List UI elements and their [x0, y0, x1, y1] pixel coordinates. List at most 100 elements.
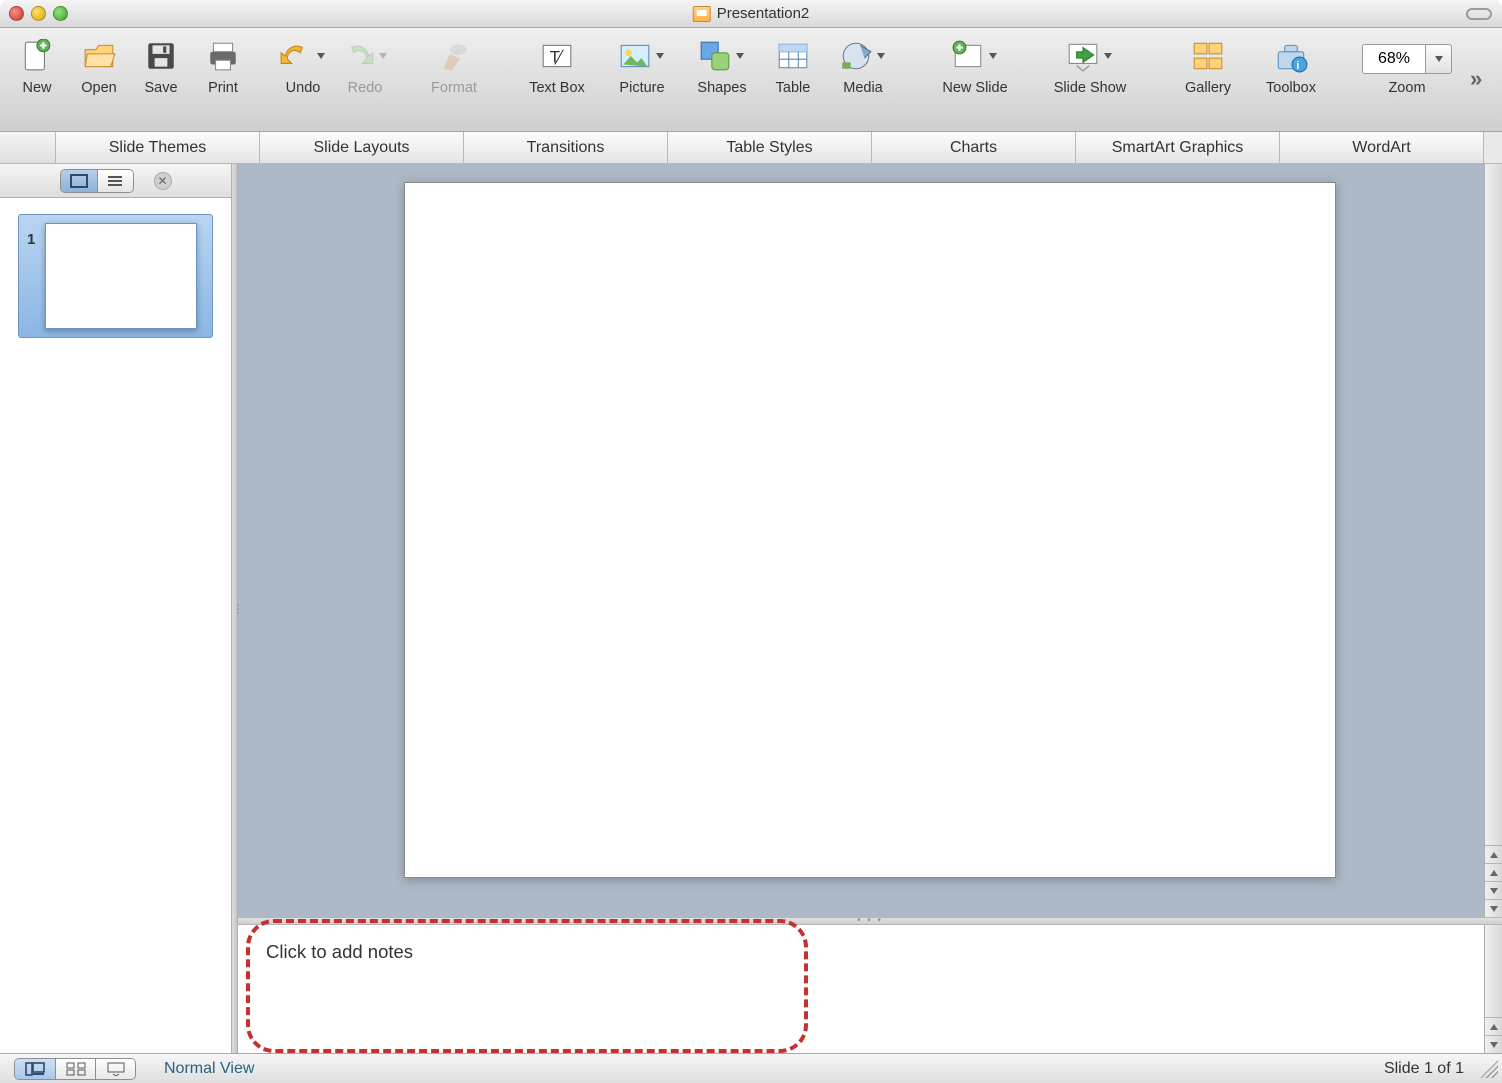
close-thumbnails-button[interactable]: ✕ [154, 172, 172, 190]
gallery-button[interactable]: Gallery [1168, 34, 1248, 96]
slide-thumbnails-pane: ✕ 1 [0, 164, 232, 1053]
normal-view-button[interactable] [15, 1059, 55, 1079]
close-window-button[interactable] [9, 6, 24, 21]
media-icon [838, 38, 874, 74]
shapes-icon [697, 38, 733, 74]
new-slide-button[interactable]: New Slide [920, 34, 1030, 96]
zoom-window-button[interactable] [53, 6, 68, 21]
new-icon [19, 38, 55, 74]
new-slide-label: New Slide [942, 80, 1007, 96]
titlebar: Presentation2 [0, 0, 1502, 28]
picture-dropdown[interactable] [653, 40, 667, 72]
tab-charts[interactable]: Charts [872, 132, 1076, 163]
open-button[interactable]: Open [68, 34, 130, 96]
notes-scroll-up[interactable] [1485, 1017, 1502, 1035]
shapes-button[interactable]: Shapes [682, 34, 762, 96]
tab-slide-layouts[interactable]: Slide Layouts [260, 132, 464, 163]
redo-button: Redo [334, 34, 396, 96]
table-label: Table [776, 80, 811, 96]
scroll-down-button-2[interactable] [1485, 899, 1502, 917]
notes-placeholder: Click to add notes [266, 941, 413, 963]
table-button[interactable]: Table [762, 34, 824, 96]
save-icon [143, 38, 179, 74]
tab-slide-themes[interactable]: Slide Themes [56, 132, 260, 163]
new-slide-icon [950, 38, 986, 74]
new-button[interactable]: New [6, 34, 68, 96]
redo-label: Redo [348, 80, 383, 96]
slide-show-button[interactable]: Slide Show [1030, 34, 1150, 96]
redo-dropdown [376, 40, 390, 72]
save-button[interactable]: Save [130, 34, 192, 96]
scroll-up-button-2[interactable] [1485, 863, 1502, 881]
slide-sorter-view-button[interactable] [55, 1059, 95, 1079]
thumbnails-slides-view[interactable] [61, 170, 97, 192]
window-title: Presentation2 [693, 5, 810, 22]
new-slide-dropdown[interactable] [986, 40, 1000, 72]
toolbox-icon: i [1273, 38, 1309, 74]
print-label: Print [208, 80, 238, 96]
tab-transitions[interactable]: Transitions [464, 132, 668, 163]
slide-number: 1 [27, 223, 45, 329]
picture-button[interactable]: Picture [602, 34, 682, 96]
undo-dropdown[interactable] [314, 40, 328, 72]
scroll-up-button[interactable] [1485, 845, 1502, 863]
slide-canvas[interactable] [404, 182, 1336, 878]
view-name: Normal View [164, 1060, 254, 1078]
slide-canvas-area [238, 164, 1502, 917]
notes-scrollbar[interactable] [1484, 925, 1502, 1053]
picture-label: Picture [619, 80, 664, 96]
shapes-dropdown[interactable] [733, 40, 747, 72]
slide-thumbnail-preview [45, 223, 197, 329]
undo-button[interactable]: Undo [272, 34, 334, 96]
resize-grip[interactable] [1480, 1060, 1498, 1078]
print-icon [205, 38, 241, 74]
textbox-label: Text Box [529, 80, 585, 96]
toolbox-button[interactable]: i Toolbox [1248, 34, 1334, 96]
horizontal-splitter[interactable] [238, 917, 1502, 925]
traffic-lights [0, 6, 68, 21]
new-label: New [22, 80, 51, 96]
zoom-value[interactable]: 68% [1362, 44, 1426, 74]
slide-pager: Slide 1 of 1 [1384, 1060, 1464, 1078]
media-button[interactable]: Media [824, 34, 902, 96]
toolbar-overflow[interactable]: » [1470, 66, 1482, 92]
workspace: ✕ 1 Click to add notes [0, 164, 1502, 1053]
slide-show-label: Slide Show [1054, 80, 1127, 96]
slide-show-dropdown[interactable] [1101, 40, 1115, 72]
tab-wordart[interactable]: WordArt [1280, 132, 1484, 163]
document-icon [693, 6, 711, 22]
main-pane: Click to add notes [238, 164, 1502, 1053]
textbox-button[interactable]: T Text Box [512, 34, 602, 96]
ribbon-spacer [0, 132, 56, 163]
media-dropdown[interactable] [874, 40, 888, 72]
toolbar-toggle-pill[interactable] [1466, 8, 1492, 20]
gallery-icon [1190, 38, 1226, 74]
tab-table-styles[interactable]: Table Styles [668, 132, 872, 163]
toolbox-label: Toolbox [1266, 80, 1316, 96]
svg-text:i: i [1296, 60, 1299, 72]
thumbnails-outline-view[interactable] [97, 170, 133, 192]
thumbnails-view-switch [60, 169, 134, 193]
open-icon [81, 38, 117, 74]
textbox-icon: T [539, 38, 575, 74]
save-label: Save [144, 80, 177, 96]
canvas-scrollbar[interactable] [1484, 164, 1502, 917]
tab-smartart[interactable]: SmartArt Graphics [1076, 132, 1280, 163]
ribbon: Slide Themes Slide Layouts Transitions T… [0, 132, 1502, 164]
notes-scroll-down[interactable] [1485, 1035, 1502, 1053]
zoom-dropdown[interactable] [1426, 44, 1452, 74]
slideshow-view-button[interactable] [95, 1059, 135, 1079]
print-button[interactable]: Print [192, 34, 254, 96]
status-bar: Normal View Slide 1 of 1 [0, 1053, 1502, 1083]
gallery-label: Gallery [1185, 80, 1231, 96]
thumbnails-list: 1 [0, 198, 231, 1053]
undo-label: Undo [286, 80, 321, 96]
minimize-window-button[interactable] [31, 6, 46, 21]
notes-pane[interactable]: Click to add notes [238, 925, 1502, 1053]
zoom-control: 68% Zoom [1352, 34, 1462, 96]
scroll-down-button[interactable] [1485, 881, 1502, 899]
format-label: Format [431, 80, 477, 96]
slide-show-icon [1065, 38, 1101, 74]
standard-toolbar: New Open Save Print [0, 28, 1502, 132]
slide-thumbnail[interactable]: 1 [18, 214, 213, 338]
